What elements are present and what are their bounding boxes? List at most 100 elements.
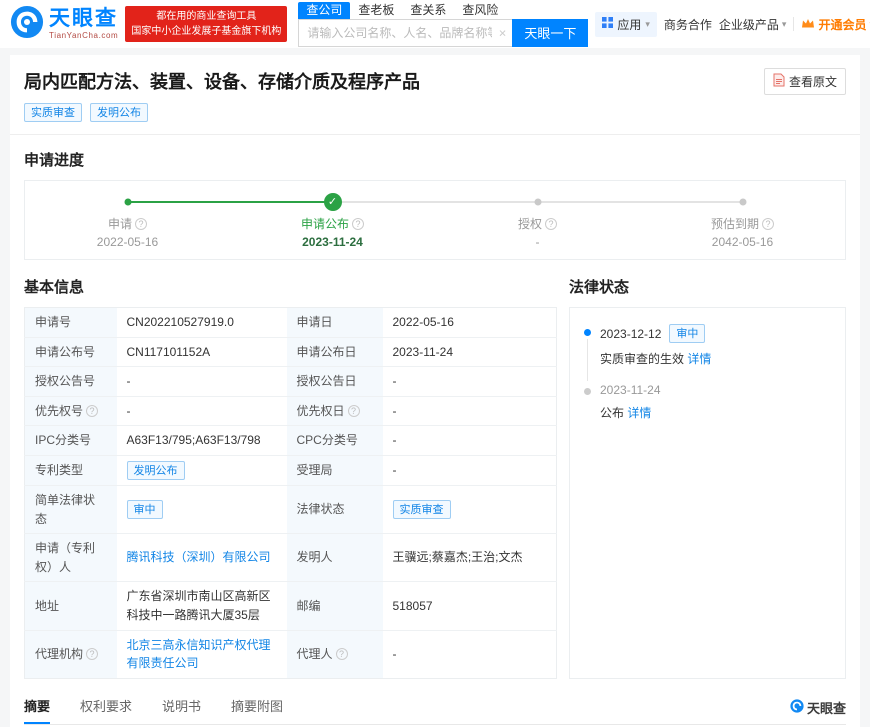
nav-divider [793,17,794,31]
info-label: 地址 [25,582,117,630]
watermark: 天眼查 [790,698,846,724]
brand-name: 天眼查 [49,8,118,29]
progress-step: 授权?- [435,193,640,249]
table-row: IPC分类号A63F13/795;A63F13/798CPC分类号- [25,426,557,456]
info-label: 授权公告日 [287,367,383,397]
progress-dot [124,199,131,206]
doc-tab[interactable]: 权利要求 [80,696,132,724]
info-value: - [383,455,557,485]
info-label: 申请日 [287,308,383,338]
progress-section-title: 申请进度 [24,149,846,170]
app-grid-icon [602,17,613,31]
search-tab[interactable]: 查关系 [402,2,454,19]
progress-step-date: 2023-11-24 [230,235,435,249]
detail-link[interactable]: 详情 [687,352,711,366]
legal-status-section-title: 法律状态 [569,276,846,297]
promo-line1: 都在用的商业查询工具 [131,9,281,24]
help-icon[interactable]: ? [348,405,360,417]
doc-tabs-items: 摘要 权利要求 说明书 摘要附图 [24,696,283,724]
vip-crown-icon [801,17,815,32]
table-row: 授权公告号-授权公告日- [25,367,557,397]
search-tabs: 查公司查老板查关系查风险 [298,2,588,19]
info-value: - [117,396,287,426]
application-progress-timeline: 申请?2022-05-16✓申请公布?2023-11-24授权?-预估到期?20… [24,180,846,260]
info-label: 受理局 [287,455,383,485]
clear-search-icon[interactable]: × [499,25,507,40]
legal-desc: 公布 详情 [600,404,831,421]
patent-status-tag: 发明公布 [90,103,148,122]
info-value: CN117101152A [117,337,287,367]
info-value: - [383,426,557,456]
legal-status-item: 2023-11-24公布 详情 [584,383,831,421]
basic-info-section-title: 基本信息 [24,276,557,297]
doc-tab[interactable]: 摘要附图 [231,696,283,724]
info-value: 广东省深圳市南山区高新区科技中一路腾讯大厦35层 [117,582,287,630]
help-icon[interactable]: ? [352,218,364,230]
table-row: 简单法律状态审中法律状态实质审查 [25,485,557,533]
info-label: 申请公布号 [25,337,117,367]
progress-step-label: 申请公布? [230,215,435,232]
detail-link[interactable]: 详情 [627,406,651,420]
help-icon[interactable]: ? [86,648,98,660]
help-icon[interactable]: ? [762,218,774,230]
nav-business-cooperation[interactable]: 商务合作 [664,16,712,33]
info-label: 优先权日? [287,396,383,426]
help-icon[interactable]: ? [545,218,557,230]
nav-enterprise-products[interactable]: 企业级产品 ▾ [719,16,787,33]
info-value: 发明公布 [117,455,287,485]
info-value: CN202210527919.0 [117,308,287,338]
info-label: 代理人? [287,630,383,678]
entity-link[interactable]: 北京三高永信知识产权代理有限责任公司 [127,638,271,671]
info-value: A63F13/795;A63F13/798 [117,426,287,456]
table-row: 地址广东省深圳市南山区高新区科技中一路腾讯大厦35层邮编518057 [25,582,557,630]
help-icon[interactable]: ? [86,405,98,417]
search-tab[interactable]: 查公司 [298,2,350,19]
table-row: 申请号CN202210527919.0申请日2022-05-16 [25,308,557,338]
tianyancha-logo[interactable]: 天眼查 TianYanCha.com [10,5,118,44]
status-tag: 发明公布 [127,461,185,480]
doc-tab[interactable]: 摘要 [24,696,50,724]
entity-link[interactable]: 腾讯科技（深圳）有限公司 [127,550,271,564]
tianyancha-mini-logo-icon [790,699,804,716]
progress-step-label: 申请? [25,215,230,232]
info-label: 申请公布日 [287,337,383,367]
info-label: 简单法律状态 [25,485,117,533]
table-row: 专利类型发明公布 受理局- [25,455,557,485]
progress-dot [739,199,746,206]
promo-line2: 国家中小企业发展子基金旗下机构 [131,24,281,39]
info-value: 北京三高永信知识产权代理有限责任公司 [117,630,287,678]
view-original-button[interactable]: 查看原文 [764,68,846,95]
progress-line [538,201,641,203]
legal-desc: 实质审查的生效 详情 [600,350,831,367]
info-value: - [117,367,287,397]
progress-line [230,201,333,203]
timeline-dot [584,388,591,395]
info-label: 专利类型 [25,455,117,485]
info-label: 发明人 [287,534,383,582]
progress-line [128,201,231,203]
table-row: 代理机构?北京三高永信知识产权代理有限责任公司代理人?- [25,630,557,678]
search-tab[interactable]: 查风险 [454,2,506,19]
help-icon[interactable]: ? [336,648,348,660]
legal-status-tag: 审中 [669,324,705,343]
info-label: 授权公告号 [25,367,117,397]
nav-vip-membership[interactable]: 开通会员 ▾ [801,16,870,33]
tianyancha-logo-icon [10,5,44,44]
info-label: 优先权号? [25,396,117,426]
progress-step: ✓申请公布?2023-11-24 [230,193,435,249]
info-value: 2022-05-16 [383,308,557,338]
timeline-dot [584,329,591,336]
help-icon[interactable]: ? [135,218,147,230]
info-value: 518057 [383,582,557,630]
progress-step: 申请?2022-05-16 [25,193,230,249]
progress-dot [534,199,541,206]
doc-tab[interactable]: 说明书 [162,696,201,724]
search-button[interactable]: 天眼一下 [512,19,588,47]
search-tab[interactable]: 查老板 [350,2,402,19]
progress-line [640,201,743,203]
brand-domain: TianYanCha.com [49,31,118,40]
nav-apps[interactable]: 应用 ▾ [595,12,657,37]
search-input[interactable] [298,19,512,47]
patent-detail-page: 天眼查 TianYanCha.com 都在用的商业查询工具 国家中小企业发展子基… [0,0,870,727]
info-label: 代理机构? [25,630,117,678]
